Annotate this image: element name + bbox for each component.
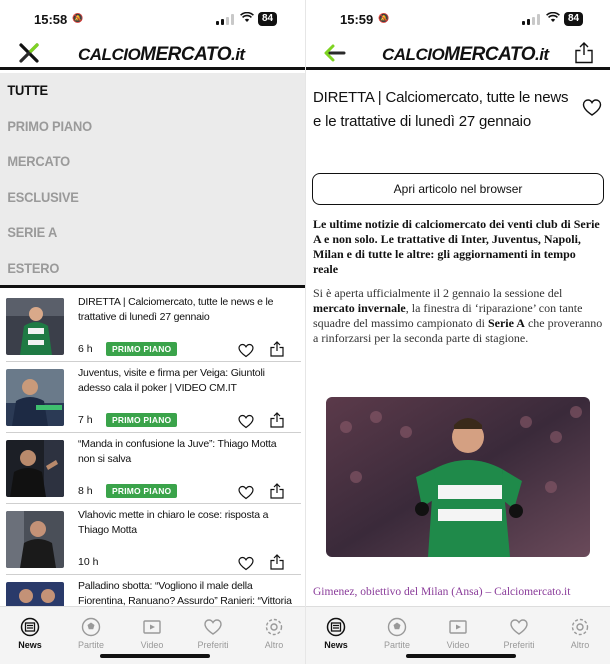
tab-partite[interactable]: Partite bbox=[61, 617, 121, 650]
video-icon bbox=[143, 620, 161, 634]
app-logo: CALCIOMERCATO.it bbox=[382, 44, 549, 65]
bottom-tab-bar: News Partite Video Preferiti Altro bbox=[306, 606, 610, 664]
news-title: DIRETTA | Calciomercato, tutte le news e… bbox=[78, 296, 274, 323]
news-icon bbox=[20, 617, 40, 637]
share-icon[interactable] bbox=[270, 341, 284, 357]
news-title: Vlahovic mette in chiaro le cose: rispos… bbox=[78, 509, 269, 536]
menu-item-esclusive[interactable]: ESCLUSIVE bbox=[0, 180, 281, 216]
gear-icon bbox=[571, 618, 589, 636]
signal-icon bbox=[522, 14, 540, 25]
close-menu-button[interactable] bbox=[18, 42, 40, 64]
gear-icon bbox=[265, 618, 283, 636]
heart-icon bbox=[510, 619, 528, 635]
news-thumbnail bbox=[6, 582, 64, 606]
favorite-heart-icon[interactable] bbox=[238, 556, 254, 571]
ball-icon bbox=[387, 617, 407, 637]
article-lead: Le ultime notizie di calciomercato dei v… bbox=[313, 217, 600, 276]
news-thumbnail bbox=[6, 511, 64, 568]
article-title: DIRETTA | Calciomercato, tutte le news e… bbox=[313, 89, 569, 130]
menu-item-estero[interactable]: ESTERO bbox=[0, 251, 281, 287]
share-icon[interactable] bbox=[270, 554, 284, 570]
news-row[interactable]: DIRETTA | Calciomercato, tutte le news e… bbox=[6, 291, 301, 362]
ball-icon bbox=[81, 617, 101, 637]
close-icon bbox=[19, 43, 39, 63]
tab-preferiti[interactable]: Preferiti bbox=[489, 617, 549, 650]
home-indicator bbox=[406, 654, 516, 658]
open-in-browser-button[interactable]: Apri articolo nel browser bbox=[312, 173, 604, 205]
video-icon bbox=[449, 620, 467, 634]
tab-partite[interactable]: Partite bbox=[367, 617, 427, 650]
news-title: Palladino sbotta: “Vogliono il male dell… bbox=[78, 580, 292, 606]
status-time: 15:59 bbox=[340, 12, 374, 27]
menu-item-primo-piano[interactable]: PRIMO PIANO bbox=[0, 109, 281, 145]
tab-video[interactable]: Video bbox=[122, 617, 182, 650]
app-header: CALCIOMERCATO.it bbox=[306, 38, 610, 70]
news-time: 8 h bbox=[78, 485, 93, 497]
menu-item-mercato[interactable]: MERCATO bbox=[0, 144, 281, 180]
news-time: 6 h bbox=[78, 343, 93, 355]
news-thumbnail bbox=[6, 369, 64, 426]
tab-news[interactable]: News bbox=[0, 617, 60, 650]
news-row[interactable]: “Manda in confusione la Juve”: Thiago Mo… bbox=[6, 433, 301, 504]
tab-news[interactable]: News bbox=[306, 617, 366, 650]
tab-altro[interactable]: Altro bbox=[244, 617, 304, 650]
menu-item-serie-a[interactable]: SERIE A bbox=[0, 215, 281, 251]
status-time: 15:58 bbox=[34, 12, 68, 27]
favorite-heart-icon[interactable] bbox=[238, 414, 254, 429]
battery-indicator: 84 bbox=[258, 12, 278, 26]
favorite-heart-icon[interactable] bbox=[238, 343, 254, 358]
share-icon[interactable] bbox=[270, 412, 284, 428]
share-icon[interactable] bbox=[574, 42, 594, 64]
share-icon[interactable] bbox=[270, 483, 284, 499]
news-row[interactable]: Palladino sbotta: “Vogliono il male dell… bbox=[6, 575, 301, 606]
news-time: 7 h bbox=[78, 414, 93, 426]
news-thumbnail bbox=[6, 440, 64, 497]
news-icon bbox=[326, 617, 346, 637]
mute-bell-icon: 🔕 bbox=[72, 13, 84, 23]
news-list-screen: 15:58 🔕 84 CALCIOMERCATO.it TUTTE PRIMO … bbox=[0, 0, 305, 664]
tab-preferiti[interactable]: Preferiti bbox=[183, 617, 243, 650]
news-title: Juventus, visite e firma per Veiga: Giun… bbox=[78, 367, 265, 394]
article-body: Si è aperta ufficialmente il 2 gennaio l… bbox=[313, 286, 603, 345]
favorite-heart-icon[interactable] bbox=[582, 98, 602, 117]
article-screen: 15:59 🔕 84 CALCIOMERCATO.it DIRETTA | Ca… bbox=[305, 0, 610, 664]
battery-indicator: 84 bbox=[564, 12, 584, 26]
news-title: “Manda in confusione la Juve”: Thiago Mo… bbox=[78, 438, 277, 465]
favorite-heart-icon[interactable] bbox=[238, 485, 254, 500]
home-indicator bbox=[100, 654, 210, 658]
signal-icon bbox=[216, 14, 234, 25]
tab-video[interactable]: Video bbox=[428, 617, 488, 650]
image-caption: Gimenez, obiettivo del Milan (Ansa) – Ca… bbox=[313, 586, 571, 598]
back-arrow-icon[interactable] bbox=[322, 42, 346, 64]
news-time: 10 h bbox=[78, 556, 99, 568]
menu-item-tutte[interactable]: TUTTE bbox=[0, 73, 281, 109]
tab-altro[interactable]: Altro bbox=[550, 617, 610, 650]
wifi-icon bbox=[240, 12, 254, 22]
heart-icon bbox=[204, 619, 222, 635]
wifi-icon bbox=[546, 12, 560, 22]
app-logo: CALCIOMERCATO.it bbox=[78, 44, 245, 65]
status-bar: 15:58 🔕 84 bbox=[0, 0, 305, 38]
category-menu: TUTTE PRIMO PIANO MERCATO ESCLUSIVE SERI… bbox=[0, 73, 305, 288]
news-thumbnail bbox=[6, 298, 64, 355]
mute-bell-icon: 🔕 bbox=[378, 13, 390, 23]
app-header: CALCIOMERCATO.it bbox=[0, 38, 305, 70]
bottom-tab-bar: News Partite Video Preferiti Altro bbox=[0, 606, 305, 664]
primo-piano-badge: PRIMO PIANO bbox=[106, 342, 178, 356]
news-list: DIRETTA | Calciomercato, tutte le news e… bbox=[0, 291, 305, 606]
primo-piano-badge: PRIMO PIANO bbox=[106, 413, 178, 427]
primo-piano-badge: PRIMO PIANO bbox=[106, 484, 178, 498]
status-bar: 15:59 🔕 84 bbox=[306, 0, 610, 38]
news-row[interactable]: Vlahovic mette in chiaro le cose: rispos… bbox=[6, 504, 301, 575]
article-image bbox=[326, 397, 590, 557]
news-row[interactable]: Juventus, visite e firma per Veiga: Giun… bbox=[6, 362, 301, 433]
